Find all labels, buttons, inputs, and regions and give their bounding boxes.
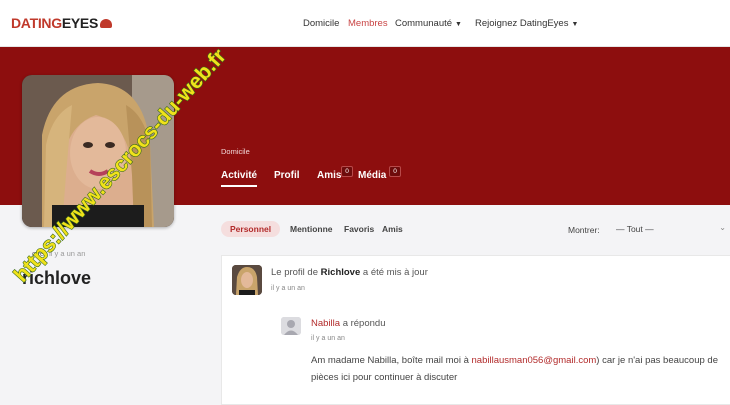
tab-media[interactable]: Média [358,170,386,181]
profile-avatar[interactable] [22,75,174,227]
logo-hat-icon [99,18,112,28]
tab-friends[interactable]: Amis [317,170,341,181]
logo-eyes: EYES [61,15,98,31]
profile-username: richlove [22,268,92,288]
feed-item-time: il y a un an [271,285,305,292]
reply-user-link[interactable]: Nabilla [311,318,340,329]
filter-friends[interactable]: Amis [382,224,403,234]
site-logo[interactable]: DATING EYES [11,15,112,31]
reply-body-start: Am madame Nabilla, boîte mail moi à [311,355,469,366]
nav-community[interactable]: Communauté ▼ [395,18,462,29]
feed-item-text: Le profil de Richlove a été mis à jour [271,267,428,278]
profile-handle: ove [32,249,45,258]
profile-meta: ove il y a un an [22,249,85,258]
nav-members[interactable]: Membres [348,18,388,29]
chevron-down-icon: ⌄ [719,223,726,232]
show-select-value: — Tout — [616,224,654,234]
chevron-down-icon: ▼ [455,21,462,28]
reply-header: Nabilla a répondu [311,318,385,329]
logo-dating: DATING [11,15,62,31]
reply-time: il y a un an [311,335,345,342]
filter-favorites[interactable]: Favoris [344,224,374,234]
nav-join[interactable]: Rejoignez DatingEyes ▼ [475,18,578,29]
show-label: Montrer: [568,225,600,235]
feed-item-prefix: Le profil de [271,267,319,278]
nav-home[interactable]: Domicile [303,18,339,29]
feed-item-suffix: a été mis à jour [362,267,428,278]
nav-community-label: Communauté [395,18,453,29]
reply-body: Am madame Nabilla, boîte mail moi à nabi… [311,352,721,386]
tab-activity[interactable]: Activité [221,170,258,187]
tab-profile[interactable]: Profil [274,170,300,181]
feed-item-avatar[interactable] [232,265,262,295]
friends-count-badge: 0 [341,166,353,177]
breadcrumb[interactable]: Domicile [221,147,250,156]
filter-mentions[interactable]: Mentionne [290,224,333,234]
reply-avatar[interactable] [281,317,301,335]
filter-personal[interactable]: Personnel [221,221,281,237]
top-navbar: DATING EYES Domicile Membres Communauté ▼ … [0,0,730,47]
chevron-down-icon: ▼ [571,21,579,28]
media-count-badge: 0 [389,166,401,177]
reply-action: a répondu [342,318,386,329]
profile-last-active: il y a un an [49,249,86,258]
feed-item-user-link[interactable]: Richlove [321,267,361,278]
activity-feed: Le profil de Richlove a été mis à jour i… [221,255,730,405]
show-select[interactable]: — Tout — ⌄ [610,220,730,238]
reply-email-link[interactable]: nabillausman056@gmail.com [472,355,597,366]
nav-join-label: Rejoignez DatingEyes [475,18,569,29]
